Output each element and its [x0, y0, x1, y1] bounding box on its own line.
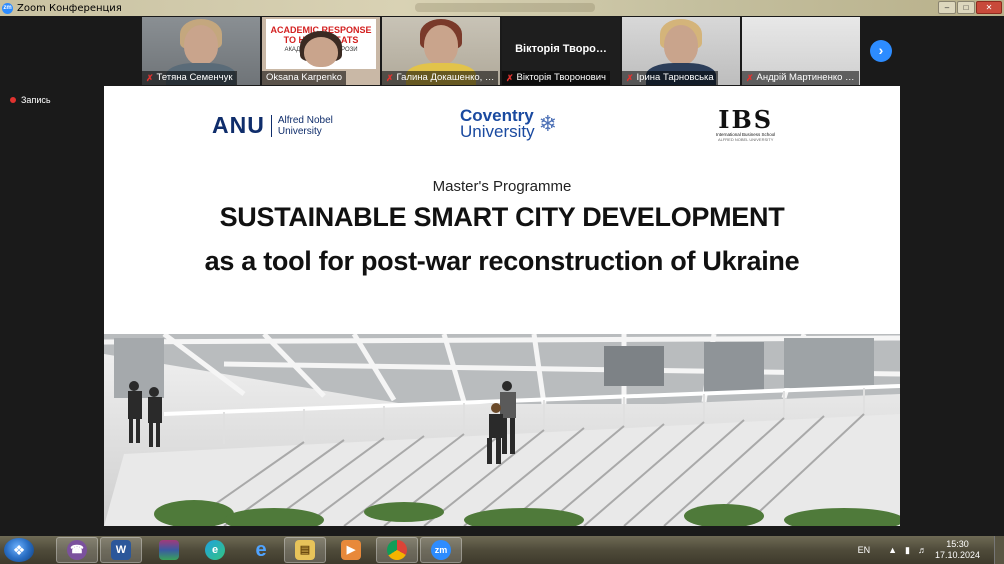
start-button[interactable]: ❖: [4, 538, 34, 562]
participant-name: ✗ Вікторія Творонович: [502, 71, 610, 85]
media-player-icon: ▶: [341, 540, 361, 560]
zoom-app-icon: zm: [2, 2, 13, 14]
participant-name: ✗ Ірина Тарновська: [622, 71, 718, 85]
tray-expand-icon[interactable]: ▲: [888, 545, 897, 555]
network-icon[interactable]: ▮: [905, 545, 910, 556]
anu-logo: ANU Alfred Nobel University: [212, 112, 333, 138]
edge-icon: e: [205, 540, 225, 560]
phoenix-icon: ❄: [538, 111, 558, 136]
volume-icon[interactable]: ♬: [918, 545, 927, 555]
mic-muted-icon: ✗: [146, 73, 154, 83]
taskbar-app-word[interactable]: W: [100, 537, 142, 563]
slide-subtitle: as a tool for post-war reconstruction of…: [204, 246, 800, 276]
programme-label: Master's Programme: [432, 178, 572, 195]
mic-muted-icon: ✗: [746, 73, 754, 83]
participant-name: ✗ Тетяна Семенчук: [142, 71, 237, 85]
minimize-button[interactable]: –: [938, 1, 956, 14]
city-stairs-photo: [104, 334, 900, 526]
ibs-logo: IBS International Business School ALFRED…: [716, 105, 776, 143]
taskbar-app-explorer[interactable]: ▤: [284, 537, 326, 563]
participant-strip: ✗ Тетяна Семенчук ACADEMIC RESPONSE TO H…: [142, 17, 862, 85]
taskbar-app-chrome[interactable]: [376, 537, 418, 563]
windows-taskbar: ❖ ☎ W e e ▤ ▶ zm EN ▲ ▮ ♬ 15:30 17.10.20…: [0, 536, 1004, 564]
mic-muted-icon: ✗: [506, 73, 514, 83]
taskbar-clock[interactable]: 15:30 17.10.2024: [935, 539, 980, 561]
zoom-icon: zm: [431, 540, 451, 560]
slide-logos: ANU Alfred Nobel University Coventry Uni…: [104, 106, 900, 156]
next-participants-button[interactable]: ›: [870, 40, 892, 62]
participant-tile[interactable]: ✗ Андрій Мартиненко …: [742, 17, 860, 85]
language-indicator[interactable]: EN: [858, 545, 871, 555]
mic-muted-icon: ✗: [626, 73, 634, 83]
participant-name: ✗ Галина Докашенко, …: [382, 71, 499, 85]
ie-icon: e: [255, 539, 267, 561]
recording-indicator[interactable]: Запись: [10, 95, 51, 105]
chrome-icon: [387, 540, 407, 560]
winrar-icon: [159, 540, 179, 560]
system-tray: EN ▲ ▮ ♬ 15:30 17.10.2024: [858, 536, 1004, 564]
taskbar-app-ie[interactable]: e: [240, 537, 282, 563]
explorer-icon: ▤: [295, 540, 315, 560]
participant-name: Oksana Karpenko: [262, 71, 347, 85]
participant-tile[interactable]: ✗ Галина Докашенко, …: [382, 17, 500, 85]
coventry-logo: Coventry University ❄: [460, 106, 558, 141]
participant-name: ✗ Андрій Мартиненко …: [742, 71, 859, 85]
word-icon: W: [111, 540, 131, 560]
title-bar-info: [415, 3, 595, 12]
participant-tile[interactable]: ✗ Тетяна Семенчук: [142, 17, 260, 85]
participant-tile[interactable]: Вікторія Творо… ✗ Вікторія Творонович: [502, 17, 620, 85]
show-desktop-button[interactable]: [994, 536, 1004, 564]
taskbar-app-zoom[interactable]: zm: [420, 537, 462, 563]
maximize-button[interactable]: □: [957, 1, 975, 14]
shared-screen-slide: ANU Alfred Nobel University Coventry Uni…: [104, 86, 900, 526]
participant-tile[interactable]: ✗ Ірина Тарновська: [622, 17, 740, 85]
participant-tile[interactable]: ACADEMIC RESPONSE TO H… THREATS АКАДЕМІЧ…: [262, 17, 380, 85]
window-title: Zoom Конференция: [17, 2, 122, 14]
window-title-bar: zm Zoom Конференция – □ ✕: [0, 0, 1004, 16]
taskbar-app-winrar[interactable]: [148, 537, 190, 563]
taskbar-app-edge[interactable]: e: [194, 537, 236, 563]
slide-title: SUSTAINABLE SMART CITY DEVELOPMENT: [219, 202, 785, 232]
record-dot-icon: [10, 97, 16, 103]
participant-display-name: Вікторія Творо…: [515, 43, 607, 55]
close-button[interactable]: ✕: [976, 1, 1002, 14]
viber-icon: ☎: [67, 540, 87, 560]
mic-muted-icon: ✗: [386, 73, 394, 83]
taskbar-app-media-player[interactable]: ▶: [330, 537, 372, 563]
taskbar-app-viber[interactable]: ☎: [56, 537, 98, 563]
